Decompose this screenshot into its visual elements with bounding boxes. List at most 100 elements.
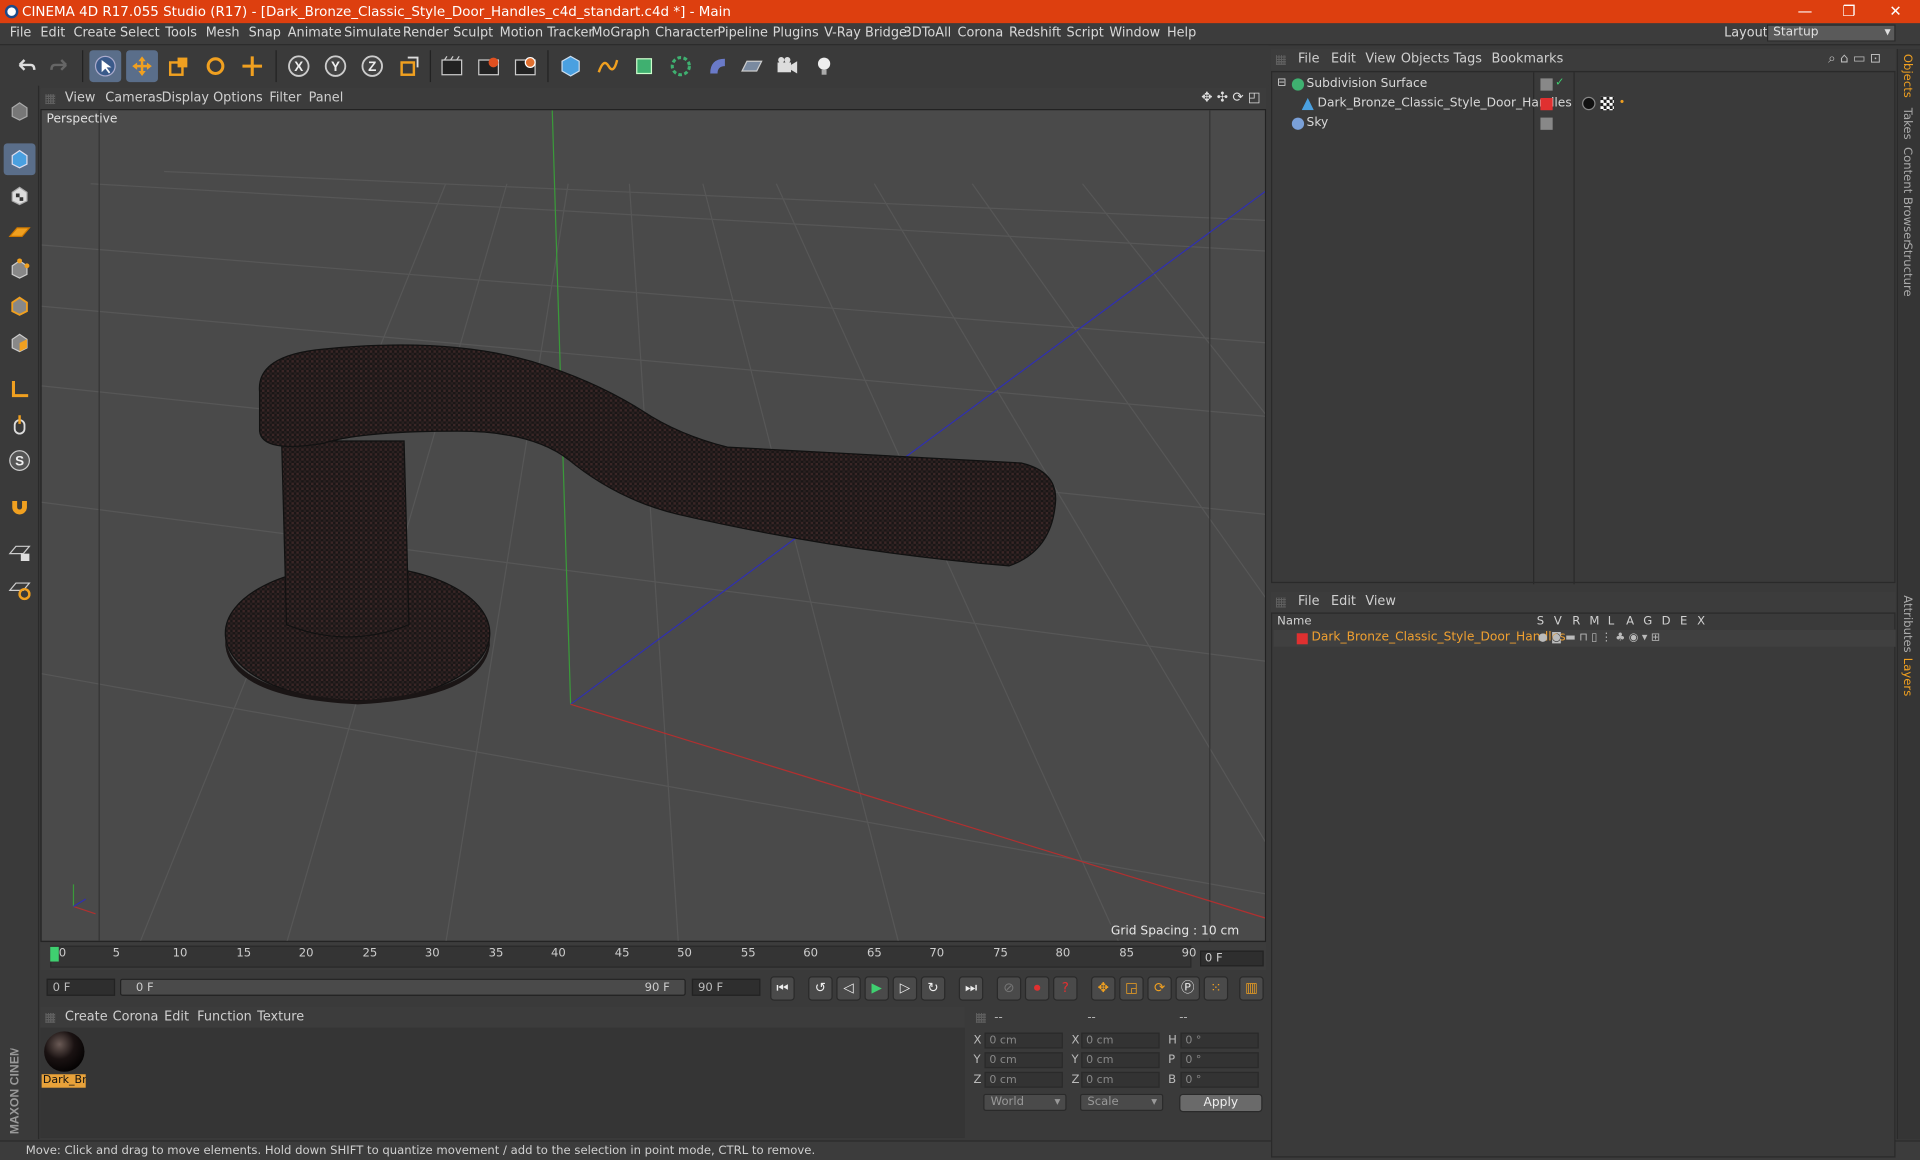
grip-icon[interactable] (1275, 597, 1286, 608)
layer-menu-file[interactable]: File (1298, 594, 1320, 609)
pos-z-field[interactable]: 0 cm (984, 1071, 1063, 1088)
layer-icon[interactable] (1540, 78, 1553, 91)
tab-structure[interactable]: Structure (1900, 243, 1913, 297)
object-row-subdivision-surface[interactable]: ⊟ Subdivision Surface ✓ (1273, 75, 1895, 93)
pos-x-field[interactable]: 0 cm (984, 1032, 1063, 1049)
object-row-sky[interactable]: Sky (1273, 114, 1895, 132)
timeline-window-button[interactable]: ▥ (1239, 976, 1264, 1001)
pos-y-field[interactable]: 0 cm (984, 1052, 1063, 1069)
lock-z-axis-button[interactable]: Z (356, 50, 388, 82)
previous-frame-button[interactable]: ◁ (836, 976, 861, 1001)
layer-menu-edit[interactable]: Edit (1331, 594, 1356, 609)
texture-tag-icon[interactable] (1600, 96, 1614, 111)
menu-motion-tracker[interactable]: Motion Tracker (500, 26, 594, 41)
transform-tool[interactable] (236, 50, 268, 82)
make-editable-button[interactable] (4, 96, 36, 128)
tab-objects[interactable]: Objects (1900, 54, 1913, 98)
column-manager[interactable]: M (1589, 615, 1599, 628)
object-menu-objects[interactable]: Objects (1401, 51, 1450, 66)
render-view-button[interactable] (436, 50, 468, 82)
material-menu-corona[interactable]: Corona (113, 1009, 159, 1024)
add-floor-button[interactable] (736, 50, 768, 82)
lock-y-axis-button[interactable]: Y (320, 50, 352, 82)
maximize-button[interactable]: ❐ (1827, 0, 1871, 23)
column-locked[interactable]: L (1608, 615, 1614, 628)
collapse-icon[interactable]: ⊟ (1277, 75, 1286, 93)
object-menu-file[interactable]: File (1298, 51, 1320, 66)
close-button[interactable]: ✕ (1873, 0, 1917, 23)
size-z-field[interactable]: 0 cm (1081, 1071, 1160, 1088)
object-menu-edit[interactable]: Edit (1331, 51, 1356, 66)
tab-content-browser[interactable]: Content Browser (1900, 147, 1913, 244)
model-mode-button[interactable] (3, 143, 36, 176)
object-menu-tags[interactable]: Tags (1453, 51, 1481, 66)
rotate-tool[interactable] (200, 50, 232, 82)
viewport-menu-panel[interactable]: Panel (309, 91, 344, 106)
menu-simulate[interactable]: Simulate (344, 26, 401, 41)
redo-button[interactable] (44, 50, 76, 82)
column-solo[interactable]: S (1537, 615, 1544, 628)
tab-attributes[interactable]: Attributes (1900, 595, 1913, 652)
rot-b-field[interactable]: 0 ° (1180, 1071, 1259, 1088)
tweak-mode-button[interactable] (4, 408, 36, 440)
previous-key-button[interactable]: ↺ (808, 976, 833, 1001)
material-menu-function[interactable]: Function (197, 1009, 252, 1024)
material-menu-texture[interactable]: Texture (257, 1009, 304, 1024)
start-frame-field[interactable]: 0 F (46, 978, 116, 996)
coordinate-space-dropdown[interactable]: World ▾ (983, 1093, 1067, 1111)
column-animation[interactable]: A (1626, 615, 1634, 628)
menu-snap[interactable]: Snap (249, 26, 281, 41)
column-generators[interactable]: G (1643, 615, 1652, 628)
key-parameter-button[interactable]: Ⓟ (1175, 976, 1201, 1001)
add-mograph-button[interactable] (665, 50, 697, 82)
column-view[interactable]: V (1554, 615, 1562, 628)
move-tool[interactable] (126, 50, 158, 83)
menu-plugins[interactable]: Plugins (773, 26, 819, 41)
planar-workplane-button[interactable] (4, 573, 36, 605)
viewport-menu-view[interactable]: View (65, 91, 96, 106)
object-manager-nav-icons[interactable]: ⌕ ⌂ ▭ ⊡ (1828, 50, 1881, 67)
tag-dots-icon[interactable]: • (1619, 94, 1626, 112)
column-xref[interactable]: X (1697, 615, 1705, 628)
tab-takes[interactable]: Takes (1900, 108, 1913, 140)
layer-color-icon[interactable] (1540, 97, 1553, 111)
frame-range-slider[interactable]: 0 F 90 F (120, 978, 686, 996)
material-preview-thumbnail[interactable] (44, 1031, 85, 1072)
record-active-objects-button[interactable]: ⏺ (1024, 976, 1050, 1001)
menu-render[interactable]: Render (403, 26, 449, 41)
menu-help[interactable]: Help (1167, 26, 1196, 41)
add-nurbs-button[interactable] (628, 50, 660, 82)
viewport-navigation-icons[interactable]: ✥ ✣ ⟳ ◰ (1201, 89, 1260, 105)
viewport-menu-cameras[interactable]: Cameras (105, 91, 162, 106)
material-menu-create[interactable]: Create (65, 1009, 108, 1024)
rot-h-field[interactable]: 0 ° (1180, 1032, 1259, 1049)
apply-button[interactable]: Apply (1179, 1093, 1263, 1113)
layout-dropdown[interactable]: Startup ▾ (1766, 24, 1896, 42)
goto-end-button[interactable]: ⏭ (958, 976, 984, 1001)
tab-layers[interactable]: Layers (1900, 658, 1913, 697)
texture-mode-button[interactable] (4, 180, 36, 212)
grip-icon[interactable] (1275, 55, 1286, 65)
menu-vray-bridge[interactable]: V-Ray Bridge (824, 26, 907, 41)
column-deformers[interactable]: D (1662, 615, 1671, 628)
coordinate-system-button[interactable] (393, 50, 425, 82)
menu-3dtoall[interactable]: 3DToAll (904, 26, 952, 41)
playhead[interactable] (50, 946, 59, 962)
grip-icon[interactable] (45, 1012, 56, 1023)
size-mode-dropdown[interactable]: Scale ▾ (1080, 1093, 1164, 1111)
material-menu-edit[interactable]: Edit (164, 1009, 189, 1024)
enable-axis-button[interactable] (4, 374, 36, 406)
menu-file[interactable]: File (10, 26, 32, 41)
menu-mograph[interactable]: MoGraph (591, 26, 649, 41)
render-picture-viewer-button[interactable] (473, 50, 505, 82)
viewport-menu-filter[interactable]: Filter (269, 91, 301, 106)
3d-viewport[interactable]: Perspective Grid Spacing : 10 cm (40, 109, 1267, 942)
layer-color-swatch[interactable] (1296, 633, 1308, 645)
menu-pipeline[interactable]: Pipeline (718, 26, 768, 41)
object-menu-bookmarks[interactable]: Bookmarks (1491, 51, 1563, 66)
add-deformer-button[interactable] (702, 50, 734, 82)
autokeying-button[interactable]: ? (1053, 976, 1078, 1001)
menu-redshift[interactable]: Redshift (1009, 26, 1061, 41)
menu-sculpt[interactable]: Sculpt (453, 26, 493, 41)
grip-icon[interactable] (975, 1012, 986, 1023)
